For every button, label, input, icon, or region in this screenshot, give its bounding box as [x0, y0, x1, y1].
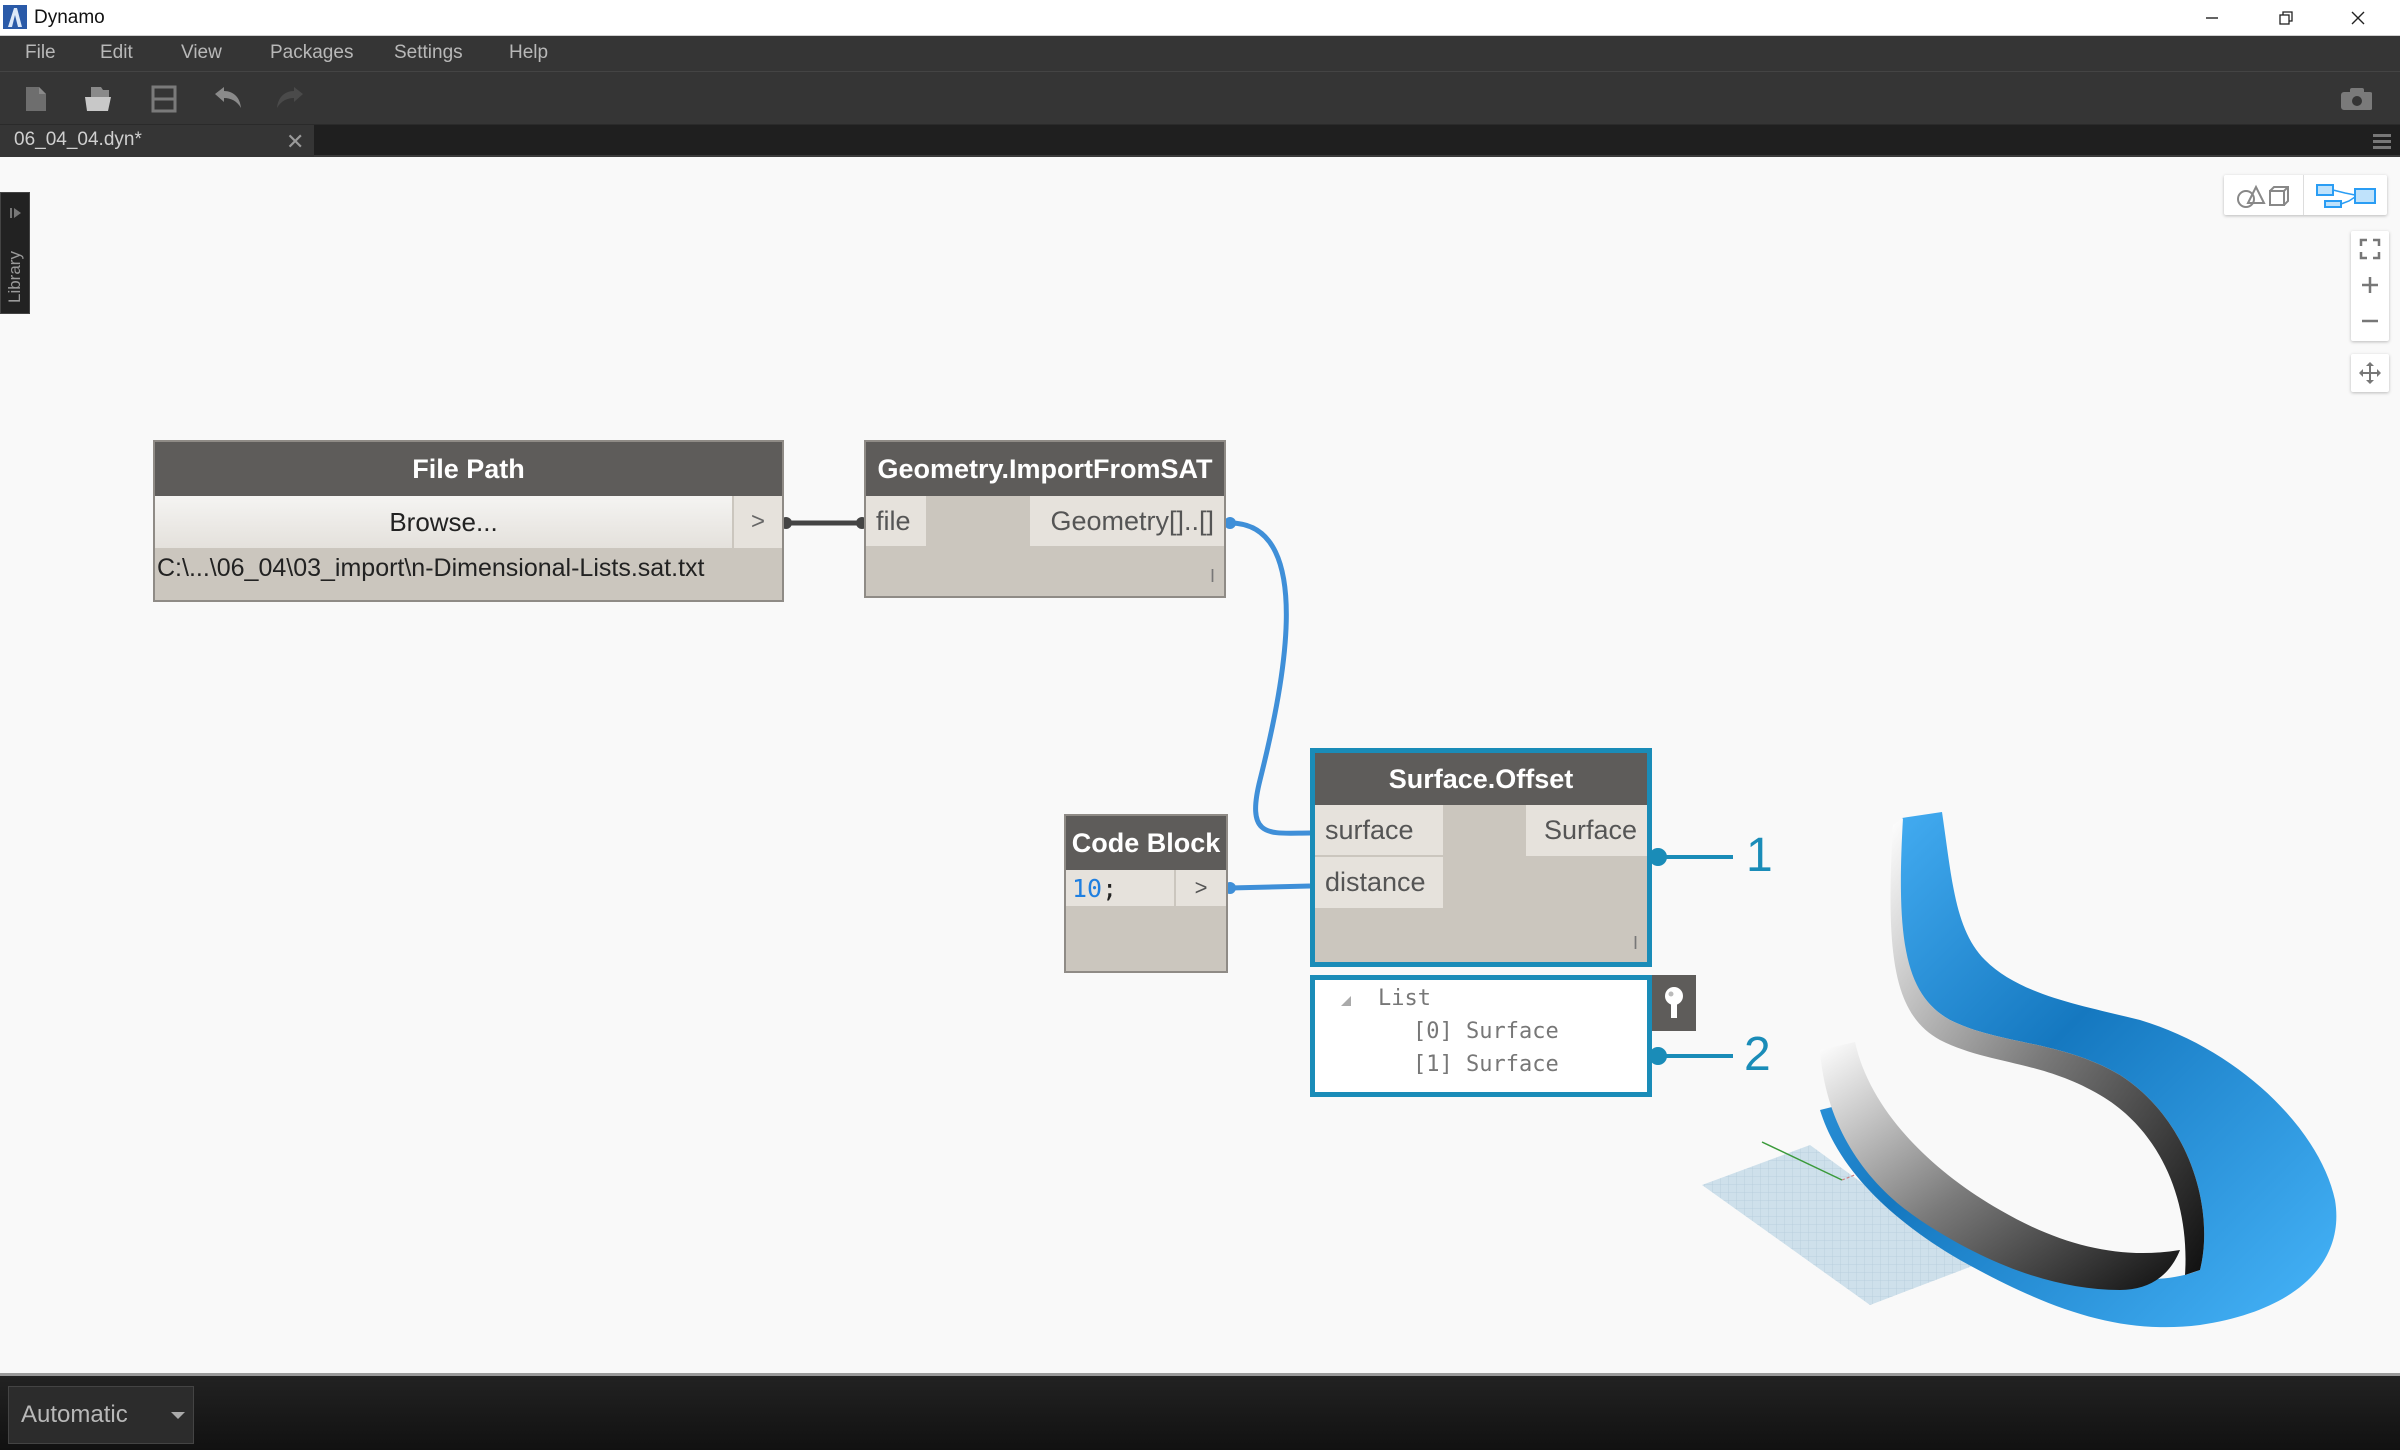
callout-label-1: 1	[1746, 829, 1773, 882]
undo-button[interactable]	[212, 84, 244, 114]
menu-file[interactable]: File	[25, 42, 56, 64]
save-button[interactable]	[148, 84, 180, 114]
preview-list-item: [1] Surface	[1413, 1052, 1559, 1077]
output-port-surface[interactable]: Surface	[1526, 805, 1647, 856]
toolbar	[0, 72, 2400, 125]
menu-bar: File Edit View Packages Settings Help	[0, 36, 2400, 72]
pan-icon	[2359, 362, 2381, 384]
menu-packages[interactable]: Packages	[270, 42, 353, 64]
tab-close-icon[interactable]: ✕	[286, 129, 304, 155]
window-title: Dynamo	[34, 7, 105, 28]
lacing-indicator[interactable]: I	[1210, 566, 1215, 587]
preview-list-root: List	[1378, 986, 1431, 1011]
pin-icon	[1665, 987, 1683, 1018]
browse-button[interactable]: Browse...	[155, 496, 732, 548]
zoom-controls	[2351, 231, 2389, 341]
menu-edit[interactable]: Edit	[100, 42, 133, 64]
status-bar: Automatic	[0, 1373, 2400, 1450]
restore-icon	[2279, 11, 2293, 25]
title-bar: Dynamo	[0, 0, 2400, 36]
file-path-value: C:\...\06_04\03_import\n-Dimensional-Lis…	[157, 554, 705, 582]
menu-settings[interactable]: Settings	[394, 42, 463, 64]
zoom-out-button[interactable]	[2351, 303, 2389, 339]
graph-view-button[interactable]	[2305, 175, 2387, 215]
new-file-icon	[26, 87, 46, 111]
zoom-fit-button[interactable]	[2351, 231, 2389, 267]
node-code-block[interactable]: Code Block 10; >	[1064, 814, 1228, 973]
chevron-down-icon	[171, 1412, 185, 1419]
code-semicolon: ;	[1102, 873, 1118, 903]
pan-button[interactable]	[2351, 354, 2389, 392]
output-port-geometry[interactable]: Geometry[]..[]	[1030, 496, 1224, 546]
code-number: 10	[1072, 873, 1103, 903]
input-port-distance[interactable]: distance	[1315, 857, 1443, 908]
minimize-button[interactable]	[2176, 0, 2248, 36]
open-folder-icon	[85, 87, 111, 111]
hamburger-menu-icon[interactable]	[2372, 131, 2392, 151]
screenshot-button[interactable]	[2340, 84, 2372, 114]
zoom-fit-icon	[2359, 238, 2381, 260]
menu-help[interactable]: Help	[509, 42, 548, 64]
geometry-view-icon	[2236, 184, 2289, 208]
graph-view-icon	[2316, 184, 2376, 208]
input-port-file[interactable]: file	[866, 496, 926, 546]
graph-canvas[interactable]	[0, 157, 2400, 1373]
save-icon	[151, 85, 177, 113]
restore-button[interactable]	[2250, 0, 2322, 36]
undo-icon	[215, 87, 241, 108]
collapse-triangle-icon[interactable]	[1339, 994, 1353, 1008]
run-mode-dropdown[interactable]: Automatic	[8, 1386, 194, 1444]
input-port-surface[interactable]: surface	[1315, 805, 1443, 856]
preview-list-item: [0] Surface	[1413, 1019, 1559, 1044]
lacing-indicator[interactable]: I	[1633, 933, 1638, 954]
code-editor[interactable]: 10;	[1066, 870, 1174, 906]
node-surface-offset[interactable]: Surface.Offset surface distance Surface …	[1310, 748, 1652, 967]
node-file-path[interactable]: File Path Browse... > C:\...\06_04\03_im…	[153, 440, 784, 602]
close-icon	[2351, 11, 2365, 25]
camera-icon	[2341, 88, 2372, 110]
close-window-button[interactable]	[2322, 0, 2394, 36]
pin-preview-button[interactable]	[1652, 975, 1696, 1031]
node-header[interactable]: Surface.Offset	[1315, 753, 1647, 805]
library-label: Library	[5, 251, 24, 303]
open-button[interactable]	[82, 84, 114, 114]
tab-workspace[interactable]: 06_04_04.dyn* ✕	[0, 125, 314, 157]
tab-bar: 06_04_04.dyn* ✕	[0, 125, 2400, 157]
library-toggle[interactable]: Library	[0, 192, 30, 314]
zoom-out-icon	[2362, 319, 2378, 323]
callout-label-2: 2	[1744, 1028, 1771, 1081]
redo-button[interactable]	[274, 84, 306, 114]
dynamo-logo-icon	[3, 5, 27, 29]
redo-icon	[277, 87, 303, 108]
geometry-view-button[interactable]	[2224, 175, 2304, 215]
view-toggle	[2224, 175, 2387, 215]
zoom-in-icon	[2362, 277, 2378, 293]
new-file-button[interactable]	[20, 84, 52, 114]
node-preview-bubble[interactable]: List [0] Surface [1] Surface	[1310, 975, 1652, 1097]
node-header[interactable]: Code Block	[1066, 816, 1226, 870]
tab-label: 06_04_04.dyn*	[14, 129, 142, 150]
output-port[interactable]: >	[1176, 870, 1226, 906]
node-header[interactable]: File Path	[155, 442, 782, 496]
output-port[interactable]: >	[734, 496, 782, 548]
expand-arrow-icon	[10, 208, 21, 218]
zoom-in-button[interactable]	[2351, 267, 2389, 303]
node-header[interactable]: Geometry.ImportFromSAT	[866, 442, 1224, 496]
run-mode-value: Automatic	[21, 1401, 128, 1428]
node-geometry-import-from-sat[interactable]: Geometry.ImportFromSAT file Geometry[]..…	[864, 440, 1226, 598]
minimize-icon	[2206, 17, 2218, 19]
menu-view[interactable]: View	[181, 42, 222, 64]
